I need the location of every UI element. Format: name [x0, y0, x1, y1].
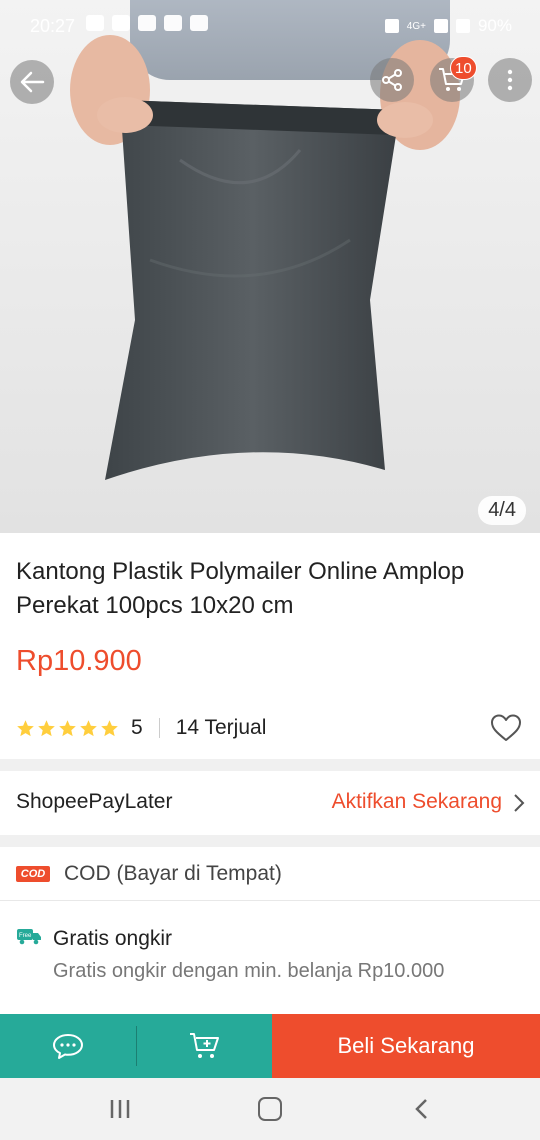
bottom-action-bar: Beli Sekarang	[0, 1014, 540, 1078]
chat-icon	[53, 1034, 83, 1059]
free-shipping-title: Gratis ongkir	[53, 927, 173, 950]
more-vertical-icon	[507, 69, 513, 91]
star-icon	[17, 719, 34, 736]
app-icon	[138, 15, 156, 31]
cart-count-badge: 10	[450, 56, 477, 80]
signal-icon	[433, 19, 448, 33]
sold-count: 14 Terjual	[175, 716, 267, 739]
star-icon	[80, 719, 97, 736]
rating-value: 5	[131, 716, 143, 739]
paylater-label: ShopeePayLater	[16, 790, 173, 813]
system-nav-bar	[0, 1078, 540, 1140]
share-button[interactable]	[370, 58, 414, 102]
free-shipping-subtitle: Gratis ongkir dengan min. belanja Rp10.0…	[53, 960, 445, 982]
cod-text: COD (Bayar di Tempat)	[64, 862, 282, 885]
rating-divider	[158, 718, 160, 738]
cod-row: COD COD (Bayar di Tempat)	[0, 847, 540, 901]
mail-icon	[112, 15, 130, 31]
paylater-row[interactable]: ShopeePayLater Aktifkan Sekarang	[0, 771, 540, 835]
signal-icon-2	[455, 19, 470, 33]
rating-row[interactable]: 5 14 Terjual	[16, 713, 266, 743]
battery-level: 90%	[477, 16, 512, 35]
paylater-activate-link[interactable]: Aktifkan Sekarang	[332, 790, 502, 814]
add-to-cart-button[interactable]	[137, 1014, 272, 1078]
heart-icon[interactable]	[490, 713, 522, 743]
recent-apps-icon[interactable]	[108, 1098, 132, 1120]
chevron-right-icon	[514, 794, 525, 812]
add-to-cart-icon	[189, 1033, 219, 1058]
status-time: 20:27	[30, 16, 76, 36]
status-right: 4G+ 90%	[384, 16, 512, 36]
gallery-icon	[164, 15, 182, 31]
back-nav-icon[interactable]	[412, 1097, 430, 1121]
share-icon	[382, 69, 402, 91]
notification-icons	[86, 15, 208, 31]
product-price: Rp10.900	[16, 645, 142, 677]
cloud-icon	[190, 15, 208, 31]
rating-stars	[16, 719, 119, 738]
product-title: Kantong Plastik Polymailer Online Amplop…	[16, 558, 465, 619]
chat-button[interactable]	[0, 1014, 136, 1078]
image-counter: 4/4	[478, 496, 526, 525]
more-options-button[interactable]	[488, 58, 532, 102]
star-icon	[101, 719, 118, 736]
cod-logo: COD	[16, 866, 50, 882]
bottom-bar-divider	[136, 1014, 137, 1078]
alarm-icon	[384, 19, 399, 33]
star-icon	[59, 719, 76, 736]
product-info: Kantong Plastik Polymailer Online Amplop…	[0, 533, 540, 759]
shipping-section: COD COD (Bayar di Tempat) Free Gratis on…	[0, 847, 540, 1027]
back-button[interactable]	[10, 60, 54, 104]
arrow-left-icon	[20, 71, 45, 93]
star-icon	[38, 719, 55, 736]
whatsapp-icon	[86, 15, 104, 31]
network-type: 4G+	[406, 20, 426, 32]
free-shipping-truck-icon: Free	[17, 929, 41, 945]
home-icon[interactable]	[258, 1097, 282, 1121]
status-bar: 20:27 4G+ 90%	[0, 0, 540, 52]
buy-now-button[interactable]: Beli Sekarang	[272, 1014, 540, 1078]
free-badge-text: Free	[19, 933, 32, 939]
